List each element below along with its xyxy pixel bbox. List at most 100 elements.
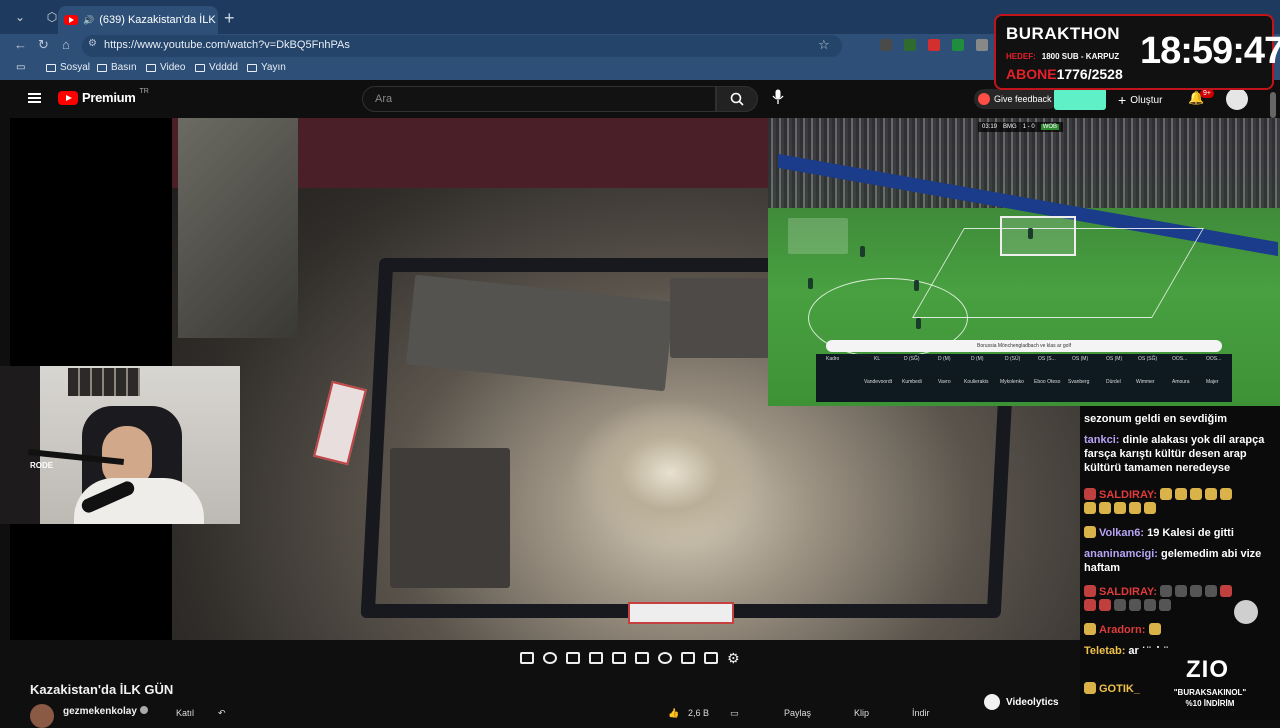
match-clock: 03:19 (982, 124, 998, 130)
sponsor-logo-text: ZIO (1186, 656, 1229, 683)
player (1028, 228, 1033, 239)
address-bar[interactable]: ⚙ https://www.youtube.com/watch?v=DkBQ5F… (82, 35, 842, 57)
player (914, 280, 919, 291)
squad-header: D (M) (971, 356, 984, 362)
bookmark-label: Sosyal (60, 62, 91, 73)
player (808, 278, 813, 289)
extension-icon[interactable] (928, 39, 940, 51)
streamer-webcam: RODE (0, 366, 240, 524)
page-scrollbar[interactable] (1270, 92, 1276, 118)
floating-circle-button[interactable] (1234, 600, 1258, 624)
channel-name[interactable]: gezmekenkolay (63, 706, 148, 717)
clip-button[interactable]: Klip (854, 708, 869, 718)
squad-player: Amoura (1172, 379, 1190, 385)
like-icon[interactable]: 👍 (668, 708, 679, 719)
download-button[interactable]: İndir (912, 708, 930, 718)
bookmark-folder[interactable]: Video (146, 62, 185, 73)
bookmark-label: Yayın (261, 62, 286, 73)
audio-icon[interactable] (543, 652, 557, 664)
emote-icon (1190, 488, 1203, 500)
dislike-icon[interactable]: ▭ (730, 708, 739, 719)
feedback-icon (978, 93, 990, 105)
emote-icon (1175, 585, 1188, 597)
logo-region: TR (139, 88, 149, 95)
youtube-logo[interactable]: Premium TR (58, 88, 149, 105)
give-feedback-button[interactable]: Give feedback (974, 89, 1058, 109)
squad-header: D (SÜ) (1005, 356, 1021, 362)
subscriber-label: ABONE (1006, 66, 1057, 82)
join-button[interactable]: Katıl (176, 708, 194, 718)
speed-icon[interactable] (658, 652, 672, 664)
screenshot-icon[interactable] (704, 652, 718, 664)
search-button[interactable] (716, 86, 758, 112)
speaker-icon[interactable]: 🔊 (83, 15, 94, 26)
bookmark-label: Vdddd (209, 62, 238, 73)
museum-label-card (628, 602, 734, 624)
emote-icon (1220, 488, 1233, 500)
bookmark-folder[interactable]: Vdddd (195, 62, 238, 73)
videolytics-icon (984, 694, 1000, 710)
bookmark-label: Basın (111, 62, 137, 73)
player-controls: ⚙ (520, 648, 760, 668)
tab-title: (639) Kazakistan'da İLK GÜN (99, 14, 218, 26)
emote-icon (1114, 502, 1126, 514)
add-icon[interactable] (681, 652, 695, 664)
reload-icon[interactable]: ↻ (38, 37, 49, 53)
extension-icon[interactable] (904, 39, 916, 51)
bookmark-folder[interactable]: Sosyal (46, 62, 90, 73)
new-tab-icon[interactable]: + (224, 8, 235, 29)
stream-title: BURAKTHON (1006, 24, 1121, 43)
emote-icon (1144, 502, 1156, 514)
extension-icon[interactable] (880, 39, 892, 51)
sponsor-promo: ZIO "BURAKSAKINOL" %10 İNDİRİM (1140, 648, 1276, 720)
chat-message: Volkan6: 19 Kalesi de gitti (1084, 526, 1278, 540)
loop-icon[interactable] (520, 652, 534, 664)
back-icon[interactable]: ← (14, 37, 27, 52)
browser-tab-active[interactable]: 🔊 (639) Kazakistan'da İLK GÜN ✕ (58, 6, 218, 34)
emote-icon (1099, 502, 1111, 514)
bookmark-folder[interactable]: Yayın (247, 62, 286, 73)
channel-avatar[interactable] (30, 704, 54, 728)
miniplayer-icon[interactable] (612, 652, 626, 664)
account-avatar[interactable] (1226, 88, 1248, 110)
extension-toggle[interactable] (1054, 88, 1106, 110)
create-label: Oluştur (1130, 94, 1163, 106)
emote-icon (1160, 585, 1173, 597)
create-button[interactable]: + Oluştur (1118, 92, 1162, 108)
squad-player: Dürdel (1106, 379, 1121, 385)
folder-icon (46, 63, 56, 72)
badge-icon (1084, 488, 1096, 500)
bookmark-folder[interactable]: Basın (97, 62, 137, 73)
subtitles-icon[interactable] (589, 652, 603, 664)
extension-icon[interactable] (976, 39, 988, 51)
bookmarks-menu-icon[interactable]: ▭ (16, 62, 25, 73)
youtube-play-logo-icon (58, 90, 78, 105)
share-button[interactable]: Paylaş (784, 708, 811, 718)
streamer-head (102, 426, 152, 486)
search-icon (730, 92, 744, 106)
microphone-icon[interactable] (772, 89, 784, 105)
promo-discount: %10 İNDİRİM (1185, 699, 1235, 708)
extension-icon[interactable] (952, 39, 964, 51)
videolytics-button[interactable]: Videolytics (984, 692, 1059, 712)
settings-gear-icon[interactable]: ⚙ (727, 650, 740, 667)
bookmark-star-icon[interactable]: ☆ (818, 37, 830, 53)
theater-icon[interactable] (635, 652, 649, 664)
chat-nick: SALDIRAY: (1099, 489, 1158, 501)
formation-widget (788, 218, 848, 254)
squad-header: OS (SĞ) (1138, 356, 1158, 362)
sponsor-logo: ZIO (1186, 656, 1229, 684)
search-input[interactable]: Ara (362, 86, 716, 112)
squad-player: Koulierakis (964, 379, 989, 385)
site-info-icon[interactable]: ⚙ (88, 38, 97, 49)
tab-search-icon[interactable]: ⌄ (8, 5, 32, 29)
autoplay-icon[interactable] (566, 652, 580, 664)
menu-icon[interactable] (28, 93, 41, 103)
folder-icon (146, 63, 156, 72)
home-icon[interactable]: ⌂ (62, 37, 70, 52)
emote-icon (1205, 488, 1218, 500)
squad-player: Eboo Oteso (1034, 379, 1061, 385)
share-icon[interactable]: ↶ (218, 708, 226, 719)
goal-label: HEDEF: (1006, 52, 1036, 61)
squad-header: KL (874, 356, 881, 362)
